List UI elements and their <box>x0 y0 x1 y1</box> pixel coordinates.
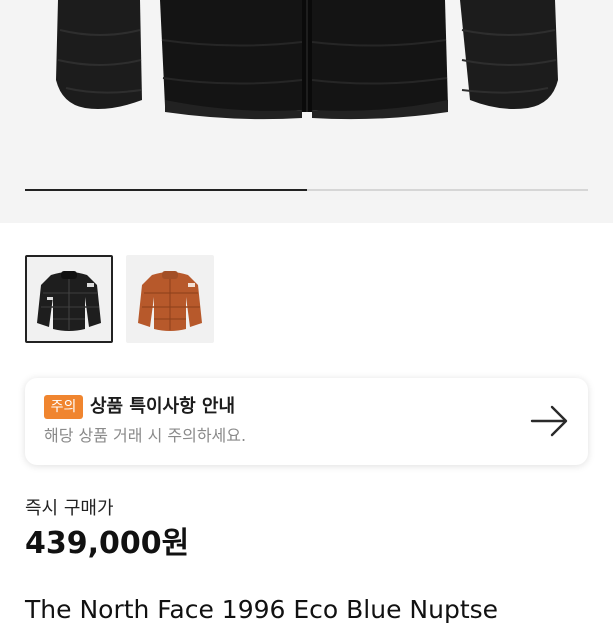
arrow-right-icon[interactable] <box>528 400 570 442</box>
product-title: The North Face 1996 Eco Blue Nuptse <box>25 595 499 624</box>
thumbnail-black-jacket[interactable] <box>25 255 113 343</box>
caution-badge: 주의 <box>44 395 83 419</box>
instant-buy-price-label: 즉시 구매가 <box>25 498 114 519</box>
black-puffer-jacket-image <box>56 0 558 120</box>
notice-title: 상품 특이사항 안내 <box>90 396 236 417</box>
instant-buy-price-value: 439,000원 <box>25 526 190 561</box>
product-notice-card[interactable]: 주의 상품 특이사항 안내 해당 상품 거래 시 주의하세요. <box>25 378 588 465</box>
notice-subtitle: 해당 상품 거래 시 주의하세요. <box>44 426 247 445</box>
orange-puffer-jacket-thumbnail-icon <box>138 271 202 331</box>
product-hero-image[interactable] <box>0 0 613 223</box>
carousel-progress-fill <box>25 189 307 191</box>
carousel-progress-track <box>25 189 588 191</box>
thumbnail-orange-jacket[interactable] <box>126 255 214 343</box>
black-puffer-jacket-thumbnail-icon <box>37 271 101 331</box>
